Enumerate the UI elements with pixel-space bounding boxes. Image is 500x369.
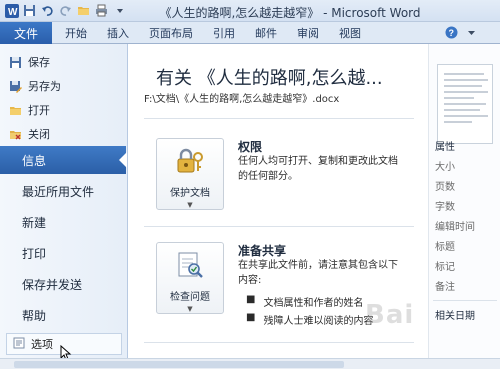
- close-doc-icon: [8, 127, 22, 141]
- nav-info[interactable]: 信息: [0, 146, 127, 174]
- nav-new[interactable]: 新建: [0, 208, 126, 236]
- ribbon-tab-bar: 文件 开始 插入 页面布局 引用 邮件 审阅 视图 ?: [0, 22, 500, 44]
- property-edit-time: 编辑时间: [435, 222, 475, 233]
- horizontal-scrollbar[interactable]: [0, 358, 500, 369]
- save-as-command-label: 另存为: [28, 80, 61, 93]
- property-comments[interactable]: 备注: [435, 278, 455, 293]
- scrollbar-thumb[interactable]: [14, 361, 344, 368]
- title-bar: W 《人生的路啊,怎么越走越窄》 - Microsoft Word: [0, 0, 500, 22]
- divider: [144, 226, 414, 227]
- save-command[interactable]: 保存: [8, 52, 50, 72]
- nav-help[interactable]: 帮助: [0, 301, 126, 329]
- tab-home[interactable]: 开始: [58, 22, 94, 44]
- prepare-share-description: 在共享此文件前，请注意其包含以下内容:: [238, 260, 398, 286]
- options-icon: [13, 337, 25, 352]
- chevron-down-icon: ▼: [187, 201, 193, 209]
- tab-references[interactable]: 引用: [206, 22, 242, 44]
- permissions-title: 权限: [238, 140, 263, 154]
- property-pages: 页数: [435, 182, 455, 193]
- tab-view[interactable]: 视图: [332, 22, 368, 44]
- save-icon: [8, 55, 22, 69]
- svg-text:?: ?: [449, 28, 455, 38]
- minimize-ribbon-icon[interactable]: [464, 25, 479, 40]
- help-icon[interactable]: ?: [444, 25, 459, 40]
- file-tab[interactable]: 文件: [0, 22, 52, 44]
- close-command[interactable]: 关闭: [8, 124, 50, 144]
- tab-review[interactable]: 审阅: [290, 22, 326, 44]
- chevron-down-icon: ▼: [187, 305, 193, 313]
- open-command[interactable]: 打开: [8, 100, 50, 120]
- open-folder-icon: [8, 103, 22, 117]
- inspect-document-icon: [175, 251, 205, 282]
- page-title: 有关 《人生的路啊,怎么越...: [156, 68, 383, 89]
- permissions-description: 任何人均可打开、复制和更改此文档的任何部分。: [238, 156, 398, 182]
- options-label: 选项: [31, 338, 53, 351]
- check-issues-label: 检查问题: [170, 292, 210, 303]
- list-item: ■ 残障人士难以阅读的内容: [246, 312, 373, 327]
- bullet-icon: ■: [246, 294, 256, 305]
- lock-key-icon: [175, 147, 205, 178]
- properties-pane: 属性 大小 页数 字数 编辑时间 标题 标记 备注 相关日期: [428, 44, 500, 369]
- related-dates-header: 相关日期: [435, 311, 475, 322]
- property-size: 大小: [435, 162, 455, 173]
- list-item: ■ 文档属性和作者的姓名: [246, 294, 363, 309]
- property-title[interactable]: 标题: [435, 238, 455, 253]
- document-path: F:\文档\《人生的路啊,怎么越走越窄》.docx: [144, 94, 340, 105]
- list-item-text: 残障人士难以阅读的内容: [263, 316, 374, 327]
- nav-save-send[interactable]: 保存并发送: [0, 270, 126, 298]
- tab-mailings[interactable]: 邮件: [248, 22, 284, 44]
- backstage-nav: 保存 另存为 打开 关闭 信息 最近所用文件 新建 打印 保存并发送 帮助 选项: [0, 44, 128, 369]
- open-command-label: 打开: [28, 104, 50, 117]
- divider: [144, 342, 414, 343]
- properties-header[interactable]: 属性: [435, 138, 455, 153]
- document-thumbnail[interactable]: [437, 64, 493, 144]
- save-command-label: 保存: [28, 56, 50, 69]
- tab-insert[interactable]: 插入: [100, 22, 136, 44]
- property-tags[interactable]: 标记: [435, 258, 455, 273]
- nav-recent[interactable]: 最近所用文件: [0, 177, 126, 205]
- watermark: Bai: [365, 300, 415, 330]
- save-as-command[interactable]: 另存为: [8, 76, 61, 96]
- divider: [433, 300, 497, 301]
- divider: [144, 118, 414, 119]
- property-words: 字数: [435, 202, 455, 213]
- bullet-icon: ■: [246, 312, 256, 323]
- nav-print[interactable]: 打印: [0, 239, 126, 267]
- protect-document-label: 保护文档: [170, 188, 210, 199]
- tab-page-layout[interactable]: 页面布局: [142, 22, 200, 44]
- save-as-icon: [8, 79, 22, 93]
- list-item-text: 文档属性和作者的姓名: [263, 298, 364, 309]
- close-command-label: 关闭: [28, 128, 50, 141]
- check-issues-button[interactable]: 检查问题 ▼: [156, 242, 224, 314]
- prepare-share-title: 准备共享: [238, 244, 287, 258]
- protect-document-button[interactable]: 保护文档 ▼: [156, 138, 224, 210]
- window-title: 《人生的路啊,怎么越走越窄》 - Microsoft Word: [159, 6, 421, 20]
